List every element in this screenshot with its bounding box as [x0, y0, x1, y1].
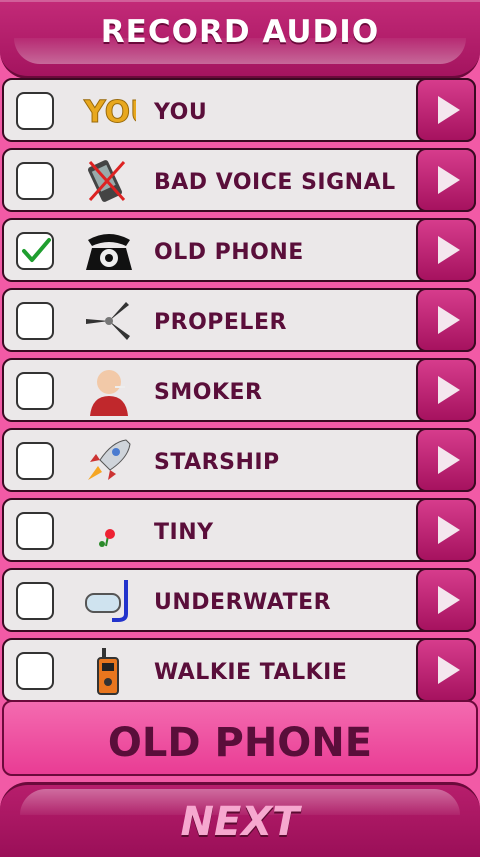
effect-label: STARSHIP — [154, 450, 280, 475]
page-title: RECORD AUDIO — [100, 14, 380, 50]
effect-label: SMOKER — [154, 380, 263, 405]
play-icon — [438, 166, 460, 194]
play-button[interactable] — [416, 148, 476, 212]
play-button[interactable] — [416, 498, 476, 562]
selected-effect-label: OLD PHONE — [107, 720, 373, 766]
effect-label: PROPELER — [154, 310, 287, 335]
propeller-icon — [82, 296, 136, 346]
effect-label: UNDERWATER — [154, 590, 332, 615]
effect-label: WALKIE TALKIE — [154, 660, 348, 685]
effect-label: OLD PHONE — [154, 240, 304, 265]
crossed-phone-icon — [82, 156, 136, 206]
checkbox[interactable] — [16, 92, 54, 130]
play-icon — [438, 376, 460, 404]
effect-row-you[interactable]: YOU YOU — [2, 78, 476, 142]
effect-row-starship[interactable]: STARSHIP — [2, 428, 476, 492]
play-icon — [438, 656, 460, 684]
effect-row-underwater[interactable]: UNDERWATER — [2, 568, 476, 632]
effect-row-bad-voice-signal[interactable]: BAD VOICE SIGNAL — [2, 148, 476, 212]
play-button[interactable] — [416, 568, 476, 632]
play-icon — [438, 96, 460, 124]
play-button[interactable] — [416, 78, 476, 142]
play-icon — [438, 306, 460, 334]
selected-effect-display: OLD PHONE — [2, 700, 478, 776]
play-button[interactable] — [416, 218, 476, 282]
header-bar: RECORD AUDIO — [0, 0, 480, 79]
you-text-icon: YOU — [82, 86, 156, 136]
effect-row-propeler[interactable]: PROPELER — [2, 288, 476, 352]
next-button-label: NEXT — [180, 799, 300, 845]
effect-row-old-phone[interactable]: OLD PHONE — [2, 218, 476, 282]
effect-label: TINY — [154, 520, 214, 545]
checkbox[interactable] — [16, 372, 54, 410]
effect-label: YOU — [154, 100, 208, 125]
checkbox[interactable] — [16, 162, 54, 200]
snorkel-mask-icon — [82, 576, 136, 626]
checkbox[interactable] — [16, 582, 54, 620]
checkbox[interactable] — [16, 442, 54, 480]
play-icon — [438, 236, 460, 264]
effect-row-smoker[interactable]: SMOKER — [2, 358, 476, 422]
play-button[interactable] — [416, 288, 476, 352]
play-button[interactable] — [416, 638, 476, 702]
svg-text:YOU: YOU — [83, 95, 136, 130]
rocket-icon — [82, 436, 136, 486]
walkie-talkie-icon — [82, 646, 136, 696]
effect-label: BAD VOICE SIGNAL — [154, 170, 396, 195]
smoker-icon — [82, 366, 136, 416]
play-icon — [438, 446, 460, 474]
play-button[interactable] — [416, 428, 476, 492]
effect-row-walkie-talkie[interactable]: WALKIE TALKIE — [2, 638, 476, 702]
checkbox[interactable] — [16, 652, 54, 690]
effect-row-tiny[interactable]: TINY — [2, 498, 476, 562]
checkmark-icon — [22, 238, 51, 262]
play-icon — [438, 586, 460, 614]
tiny-flower-icon — [82, 506, 136, 556]
play-button[interactable] — [416, 358, 476, 422]
checkbox[interactable] — [16, 302, 54, 340]
play-icon — [438, 516, 460, 544]
next-button[interactable]: NEXT — [0, 782, 480, 857]
rotary-phone-icon — [82, 226, 136, 276]
checkbox[interactable] — [16, 512, 54, 550]
checkbox[interactable] — [16, 232, 54, 270]
